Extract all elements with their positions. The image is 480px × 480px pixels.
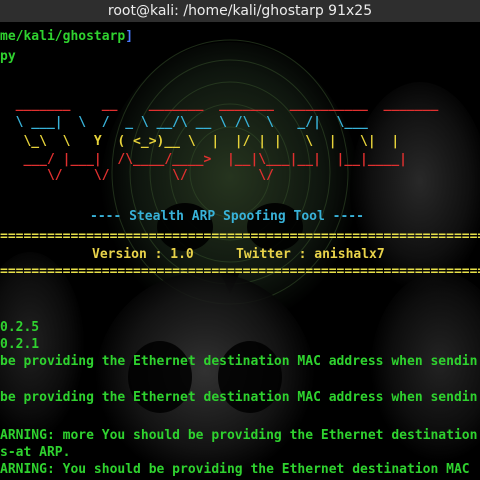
output-line-3: be providing the Ethernet destination MA… (0, 354, 478, 369)
banner-art-line-5: \/ \/ \/ \/ (0, 168, 415, 183)
banner-art-line-2: \ ___| \ / _ \ __/\ __ \ /\ \ _/| \___ (0, 115, 368, 130)
output-line-6: s-at ARP. (0, 445, 71, 460)
terminal-screen[interactable]: me/kali/ghostarp] py _______ __ _______ … (0, 22, 480, 480)
window-title: root@kali: /home/kali/ghostarp 91x25 (107, 3, 373, 19)
output-line-2: 0.2.1 (0, 337, 40, 352)
banner-subtitle: ---- Stealth ARP Spoofing Tool ---- (90, 209, 364, 224)
banner-art-line-1: _______ __ _______ _______ __________ __… (0, 97, 439, 112)
twitter-label: Twitter : anishalx7 (236, 247, 385, 262)
banner-art-line-4: ___/ |___| /\____/____> |__|\___|__| |__… (0, 152, 407, 167)
banner-separator-bottom: ========================================… (0, 264, 480, 279)
version-label: Version : 1.0 (92, 247, 194, 262)
prompt-path: me/kali/ghostarp (0, 29, 126, 44)
terminal-window: root@kali: /home/kali/ghostarp 91x25 me/… (0, 0, 480, 480)
output-line-5: ARNING: more You should be providing the… (0, 428, 478, 443)
prompt-line: me/kali/ghostarp] (0, 28, 133, 45)
command-text: py (0, 49, 16, 64)
output-line-4: be providing the Ethernet destination MA… (0, 390, 478, 405)
banner-separator-top: ========================================… (0, 229, 480, 244)
window-titlebar[interactable]: root@kali: /home/kali/ghostarp 91x25 (0, 0, 480, 22)
output-line-1: 0.2.5 (0, 320, 40, 335)
prompt-bracket: ] (125, 29, 134, 44)
output-line-7: ARNING: You should be providing the Ethe… (0, 462, 470, 477)
banner-art-line-3: \_\ \ Y ( <_>)__ \ | |/ | | \ | \| | (0, 134, 400, 149)
